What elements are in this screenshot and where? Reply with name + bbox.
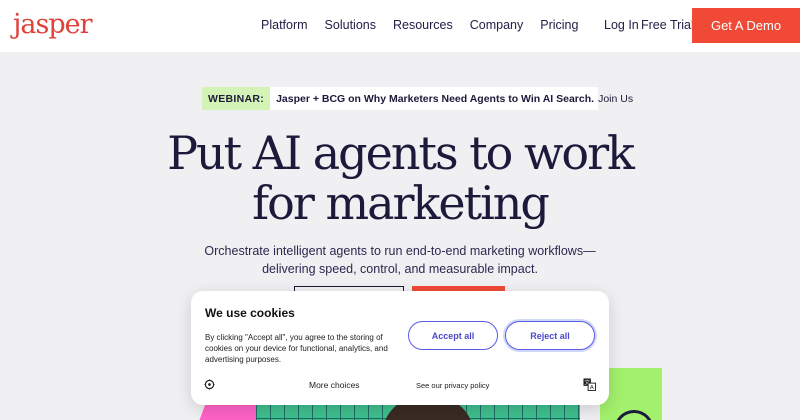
webinar-tag: WEBINAR: [202, 87, 271, 110]
login-link[interactable]: Log In [604, 18, 639, 32]
cookie-description: By clicking "Accept all", you agree to t… [205, 333, 388, 364]
nav-item-resources[interactable]: Resources [393, 18, 453, 32]
nav-item-pricing[interactable]: Pricing [540, 18, 578, 32]
hero-title: Put AI agents to work for marketing [0, 128, 800, 228]
accept-all-button[interactable]: Accept all [408, 321, 498, 350]
main-nav: Platform Solutions Resources Company Pri… [261, 18, 578, 32]
webinar-banner[interactable]: WEBINAR: Jasper + BCG on Why Marketers N… [202, 87, 633, 110]
jasper-logo[interactable]: jasper [13, 8, 92, 42]
more-choices-link[interactable]: More choices [309, 380, 360, 390]
get-demo-button[interactable]: Get A Demo [692, 8, 800, 43]
hero-subtitle: Orchestrate intelligent agents to run en… [190, 242, 610, 278]
hero-title-line-1: Put AI agents to work [167, 126, 635, 180]
hero-title-line-2: for marketing [252, 176, 550, 230]
cookie-consent-dialog: We use cookies By clicking "Accept all",… [191, 291, 609, 405]
webinar-text: Jasper + BCG on Why Marketers Need Agent… [276, 92, 595, 105]
hero-subtitle-line-2: delivering speed, control, and measurabl… [262, 262, 538, 276]
free-trial-link[interactable]: Free Trial [641, 18, 694, 32]
nav-item-platform[interactable]: Platform [261, 18, 308, 32]
cookie-title: We use cookies [205, 306, 295, 320]
site-header: jasper Platform Solutions Resources Comp… [0, 0, 800, 52]
svg-text:A: A [590, 385, 594, 391]
hero-subtitle-line-1: Orchestrate intelligent agents to run en… [204, 244, 596, 258]
privacy-policy-link[interactable]: See our privacy policy [416, 381, 489, 390]
translate-icon[interactable]: 文 A [583, 378, 596, 391]
nav-item-solutions[interactable]: Solutions [325, 18, 376, 32]
webinar-join-link[interactable]: Join Us [594, 93, 633, 105]
reject-all-button[interactable]: Reject all [505, 321, 595, 350]
cookie-settings-icon[interactable] [204, 379, 215, 390]
nav-item-company[interactable]: Company [470, 18, 524, 32]
